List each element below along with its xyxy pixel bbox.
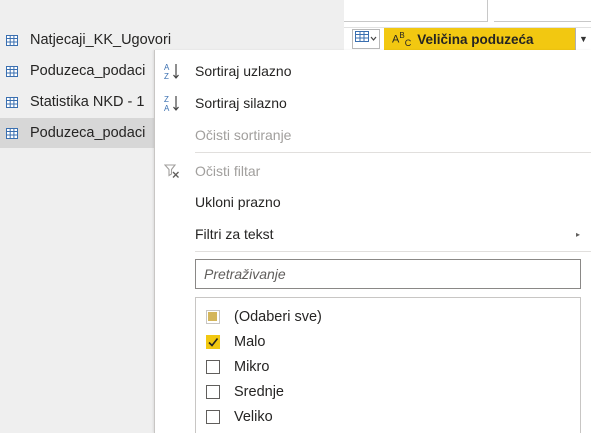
filter-option-mikro[interactable]: Mikro: [206, 355, 269, 379]
clear-sort-label: Očisti sortiranje: [195, 127, 292, 143]
checkbox-indeterminate[interactable]: [206, 310, 220, 324]
filter-option-veliko[interactable]: Veliko: [206, 405, 273, 429]
sort-ascending-label: Sortiraj uzlazno: [195, 63, 292, 79]
clear-sort-item[interactable]: Očisti sortiranje: [155, 120, 591, 150]
table-type-icon: [355, 30, 377, 48]
filter-option-label: Malo: [234, 334, 266, 350]
query-label: Poduzeca_podaci: [30, 63, 146, 79]
grid-column-edge: [494, 0, 591, 22]
menu-separator: [195, 152, 591, 153]
search-placeholder: Pretraživanje: [204, 266, 286, 282]
column-filter-menu: AZ Sortiraj uzlazno ZA Sortiraj silazno …: [154, 50, 591, 433]
clear-filter-label: Očisti filtar: [195, 163, 261, 179]
clear-filter-item[interactable]: Očisti filtar: [155, 156, 591, 186]
chevron-down-icon: ▼: [579, 34, 588, 44]
remove-empty-label: Ukloni prazno: [195, 194, 281, 210]
query-label: Statistika NKD - 1: [30, 94, 145, 110]
column-filter-dropdown-button[interactable]: ▼: [575, 28, 591, 50]
filter-option-select-all[interactable]: (Odaberi sve): [206, 305, 322, 329]
clear-filter-icon: [163, 161, 181, 181]
checkbox-unchecked[interactable]: [206, 360, 220, 374]
checkbox-unchecked[interactable]: [206, 385, 220, 399]
sort-descending-label: Sortiraj silazno: [195, 95, 287, 111]
table-icon: [6, 65, 18, 77]
menu-separator: [195, 251, 591, 252]
filter-values-list[interactable]: (Odaberi sve) Malo Mikro Srednje Veliko: [195, 297, 581, 433]
table-icon: [6, 96, 18, 108]
search-input[interactable]: Pretraživanje: [195, 259, 581, 289]
grid-top-strip: [344, 0, 591, 28]
chevron-right-icon: ▸: [575, 229, 580, 239]
query-label: Natjecaji_KK_Ugovori: [30, 32, 172, 48]
sort-descending-icon: ZA: [163, 93, 181, 113]
filter-option-srednje[interactable]: Srednje: [206, 380, 284, 404]
sort-descending-item[interactable]: ZA Sortiraj silazno: [155, 88, 591, 118]
checkbox-unchecked[interactable]: [206, 410, 220, 424]
filter-option-label: Veliko: [234, 409, 273, 425]
text-filters-label: Filtri za tekst: [195, 226, 274, 242]
sort-ascending-icon: AZ: [163, 61, 181, 81]
text-type-icon: ABC: [392, 30, 412, 48]
svg-text:A: A: [164, 104, 170, 112]
table-icon: [6, 34, 18, 46]
svg-text:Z: Z: [164, 72, 169, 80]
remove-empty-item[interactable]: Ukloni prazno: [155, 187, 591, 217]
filter-option-label: Mikro: [234, 359, 270, 375]
query-label: Poduzeca_podaci: [30, 125, 146, 141]
column-header-velicina[interactable]: ABC Veličina poduzeća ▼: [384, 28, 591, 50]
svg-text:A: A: [164, 63, 170, 72]
column-header-row: ABC Veličina poduzeća ▼: [344, 28, 591, 50]
query-item-selected[interactable]: Poduzeca_podaci: [0, 118, 154, 148]
text-filters-item[interactable]: Filtri za tekst ▸: [155, 219, 591, 249]
filter-option-label: (Odaberi sve): [234, 309, 322, 325]
svg-text:Z: Z: [164, 95, 169, 104]
filter-option-malo[interactable]: Malo: [206, 330, 265, 354]
grid-column-edge: [344, 0, 488, 22]
checkbox-checked[interactable]: [206, 335, 220, 349]
sort-ascending-item[interactable]: AZ Sortiraj uzlazno: [155, 56, 591, 86]
column-type-button[interactable]: [352, 29, 380, 49]
filter-option-label: Srednje: [234, 384, 284, 400]
table-icon: [6, 127, 18, 139]
column-header-label: Veličina poduzeća: [417, 31, 534, 47]
